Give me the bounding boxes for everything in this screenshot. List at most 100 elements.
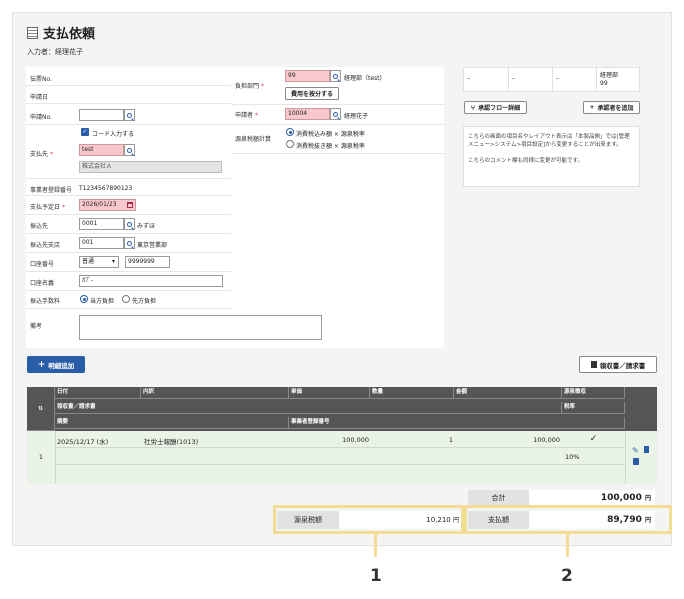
row-amount: 100,000 [533, 436, 560, 444]
delete-icon[interactable] [644, 446, 649, 453]
callout-number-2: 2 [561, 566, 573, 586]
applicant-code-input[interactable]: 10004 [285, 108, 330, 120]
payee-code-input[interactable]: test [79, 144, 124, 156]
col-reg-no: 事業者登録番号 [289, 417, 625, 429]
col-qty: 数量 [370, 387, 454, 399]
col-item: 内訳 [141, 387, 289, 399]
col-receipt: 領収書／請求書 [55, 402, 562, 414]
comment-box: こちらの画面の項目名やレイアウト表示は「本製品側」では[管理メニュー>システム>… [463, 126, 640, 187]
left-form: 伝票No. 申請日 申請No. ✓ コード入力する 支払先 * test 株式会… [26, 67, 231, 348]
apply-date-label: 申請日 [30, 94, 49, 101]
comment-note-1: こちらの画面の項目名やレイアウト表示は「本製品側」では[管理メニュー>システム>… [468, 134, 630, 148]
add-approver-button[interactable]: + 承認者を追加 [583, 101, 640, 114]
note-textarea[interactable] [79, 315, 322, 340]
payee-search-button[interactable] [124, 144, 135, 156]
add-detail-button[interactable]: + 明細追加 [27, 356, 85, 373]
copy-icon[interactable] [633, 458, 639, 465]
account-name-label: 口座名義 [30, 280, 55, 287]
branch-name: 東京営業部 [137, 242, 168, 249]
sort-icon[interactable]: ⇅ [27, 387, 55, 431]
tax-opt2-label: 消費税抜き額 × 源泉税率 [296, 143, 365, 150]
plus-icon: + [37, 359, 46, 370]
comment-note-2: こちらのコメント欄も同様に変更が可能です。 [468, 158, 583, 164]
document-icon [590, 361, 597, 368]
branch-code-input[interactable]: 001 [79, 237, 124, 249]
code-input-label: コード入力する [92, 131, 135, 138]
tax-calc-label: 源泉税額計算 [235, 136, 272, 143]
flow-icon: ⑂ [470, 103, 476, 112]
receipt-button[interactable]: 領収書／請求書 [579, 356, 657, 373]
form-icon [27, 26, 38, 39]
account-name-input[interactable]: ｶﾌﾞ- [79, 275, 223, 287]
split-cost-button[interactable]: 費用を按分する [285, 87, 339, 100]
page-title: 支払依頼 [27, 23, 95, 42]
invoice-no-label: 伝票No. [30, 76, 52, 83]
row-item: 社労士報酬(1013) [144, 438, 199, 446]
plus-icon: + [589, 104, 595, 111]
fee-opt2-label: 先方負担 [132, 298, 157, 305]
row-qty: 1 [448, 436, 453, 444]
fee-radio-ours[interactable] [80, 295, 88, 303]
approval-box: – – – 経理部 99 [463, 67, 640, 92]
search-icon [127, 240, 132, 246]
code-input-checkbox[interactable]: ✓ [81, 128, 89, 136]
request-no-input[interactable] [79, 109, 124, 121]
row-tax-rate: 10% [565, 453, 580, 461]
callout-box-1 [273, 505, 464, 534]
branch-search-button[interactable] [124, 237, 135, 249]
account-no-input[interactable]: 9999999 [125, 256, 170, 268]
approver-cell-3: – [556, 75, 559, 82]
col-withholding: 源泉徴収 [562, 387, 625, 399]
search-icon [333, 111, 338, 117]
row-price: 100,000 [342, 436, 369, 444]
chevron-down-icon: ▾ [111, 258, 115, 265]
calendar-icon[interactable] [124, 199, 135, 211]
inputter-label: 入力者：経理花子 [27, 48, 83, 56]
dept-label: 負担部門 * [235, 83, 264, 90]
note-label: 備考 [30, 323, 43, 330]
reg-no-label: 事業者登録番号 [30, 187, 73, 194]
bank-search-button[interactable] [124, 218, 135, 230]
tax-calc-radio-incl[interactable] [286, 128, 294, 136]
col-tax-rate: 税率 [562, 402, 625, 414]
due-date-label: 支払予定日 * [30, 204, 65, 211]
col-date: 日付 [55, 387, 141, 399]
approval-flow-button[interactable]: ⑂ 承認フロー詳細 [464, 101, 527, 114]
col-price: 単価 [289, 387, 370, 399]
withholding-check-icon: ✓ [589, 434, 598, 444]
bank-name: みずほ [137, 223, 156, 230]
search-icon [127, 147, 132, 153]
dept-search-button[interactable] [330, 70, 341, 82]
fee-opt1-label: 当方負担 [90, 298, 115, 305]
approver-cell-1: – [467, 75, 470, 82]
account-no-label: 口座番号 [30, 261, 55, 268]
tax-calc-radio-excl[interactable] [286, 140, 294, 148]
bank-code-input[interactable]: 0001 [79, 218, 124, 230]
row-date: 2025/12/17 (水) [57, 438, 109, 446]
dept-code-input[interactable]: 99 [285, 70, 330, 82]
edit-icon[interactable]: ✎ [632, 446, 639, 455]
branch-label: 振込先支店 [30, 242, 61, 249]
callout-line-2 [566, 534, 569, 557]
main-panel: 支払依頼 入力者：経理花子 伝票No. 申請日 申請No. ✓ コード入力する … [12, 12, 672, 546]
applicant-search-button[interactable] [330, 108, 341, 120]
fee-radio-theirs[interactable] [122, 295, 130, 303]
reg-no-value: T1234567890123 [79, 185, 133, 192]
row-number: 1 [38, 453, 44, 461]
table-row[interactable]: 1 2025/12/17 (水) 社労士報酬(1013) 100,000 1 1… [27, 431, 657, 484]
account-type-select[interactable]: 普通 ▾ [79, 256, 119, 268]
applicant-label: 申請者 * [235, 112, 258, 119]
col-amount: 金額 [454, 387, 562, 399]
search-icon [127, 221, 132, 227]
callout-number-1: 1 [370, 566, 382, 586]
approver-cell-4: 経理部 99 [600, 72, 619, 87]
request-no-search-button[interactable] [124, 109, 135, 121]
applicant-name: 経理花子 [344, 113, 369, 120]
payee-label: 支払先 * [30, 151, 53, 158]
callout-box-2 [464, 505, 672, 534]
request-no-label: 申請No. [30, 114, 52, 121]
col-summary: 摘要 [55, 417, 289, 429]
callout-line-1 [374, 534, 377, 557]
bank-label: 振込先 [30, 223, 49, 230]
search-icon [127, 112, 132, 118]
